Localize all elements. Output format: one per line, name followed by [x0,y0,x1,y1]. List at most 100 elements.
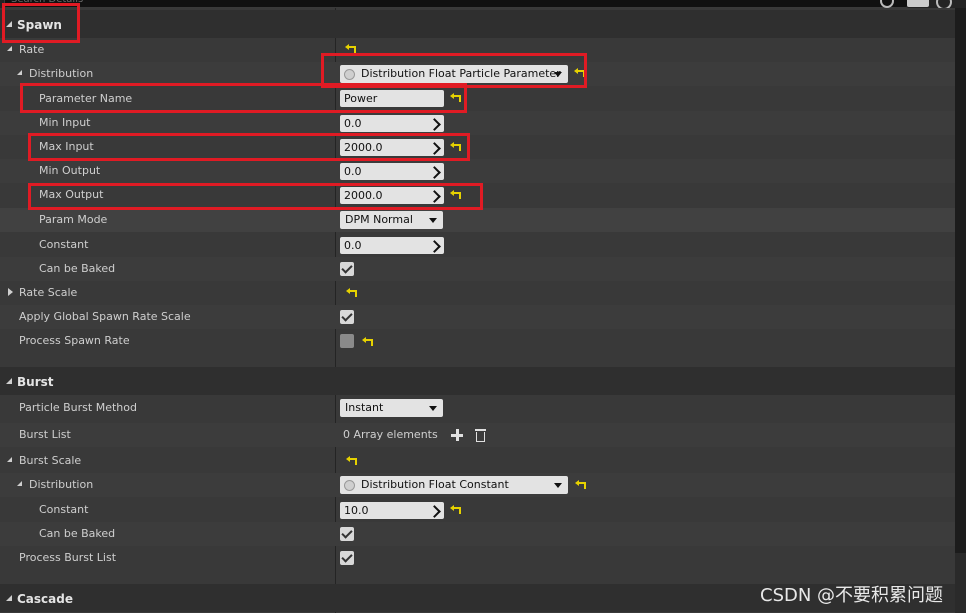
property-label: Max Output [39,188,104,201]
min-output-field[interactable]: 0.0 [340,163,444,180]
reset-to-default-icon[interactable] [450,93,461,102]
expand-arrow-icon[interactable] [7,457,12,462]
section-header-spawn[interactable]: Spawn [0,10,955,38]
field-value: 2000.0 [344,141,383,154]
property-row-burst-scale: Burst Scale [0,449,955,473]
property-row-constant: Constant 0.0 [0,233,955,257]
view-options-button[interactable] [907,0,929,7]
chevron-down-icon [429,406,437,411]
add-element-icon[interactable] [451,429,463,441]
collapse-arrow-icon[interactable] [6,595,12,601]
field-value: 0.0 [344,239,362,252]
distribution-dropdown[interactable]: Distribution Float Particle Parameter [340,65,568,83]
can-be-baked-checkbox[interactable] [340,262,354,276]
chevron-down-icon [429,218,437,223]
section-title-cascade: Cascade [17,592,73,606]
section-header-burst[interactable]: Burst [0,367,955,395]
param-mode-dropdown[interactable]: DPM Normal [340,211,443,229]
max-input-field[interactable]: 2000.0 [340,139,444,156]
reset-to-default-icon[interactable] [346,456,357,465]
collapse-arrow-icon[interactable] [6,378,12,384]
reset-to-default-icon[interactable] [362,337,373,346]
dropdown-value: DPM Normal [345,213,413,226]
property-label: Distribution [29,478,94,491]
collapse-arrow-icon[interactable] [6,21,12,27]
property-label: Constant [39,503,89,516]
property-row-parameter-name: Parameter Name Power [0,87,955,111]
property-label: Rate [19,43,45,56]
apply-global-checkbox[interactable] [340,310,354,324]
resize-handle-icon[interactable] [428,142,441,155]
section-title-spawn: Spawn [17,18,62,32]
field-value: 10.0 [344,504,369,517]
reset-to-default-icon[interactable] [346,288,357,297]
expand-arrow-icon[interactable] [17,481,22,486]
parameter-name-input[interactable]: Power [340,90,444,107]
property-row-particle-burst-method: Particle Burst Method Instant [0,396,955,420]
process-burst-list-checkbox[interactable] [340,551,354,565]
property-row-apply-global: Apply Global Spawn Rate Scale [0,305,955,329]
field-value: 0.0 [344,117,362,130]
property-label: Constant [39,238,89,251]
expand-arrow-icon[interactable] [8,288,13,296]
property-label: Min Input [39,116,91,129]
burst-constant-field[interactable]: 10.0 [340,502,444,519]
property-label: Burst List [19,428,71,441]
watermark: CSDN @不要积累问题 [760,585,944,606]
field-value: 0.0 [344,165,362,178]
property-row-distribution: Distribution Distribution Float Particle… [0,62,955,86]
expand-arrow-icon[interactable] [7,46,12,51]
constant-field[interactable]: 0.0 [340,237,444,254]
property-row-can-be-baked: Can be Baked [0,257,955,281]
details-panel: Spawn Rate Distribution Distribution Flo… [0,8,955,613]
property-label: Param Mode [39,213,108,226]
reset-to-default-icon[interactable] [450,505,461,514]
property-label: Particle Burst Method [19,401,137,414]
resize-handle-icon[interactable] [428,118,441,131]
property-label: Process Burst List [19,551,117,564]
property-label: Burst Scale [19,454,82,467]
dropdown-value: Instant [345,401,384,414]
resize-handle-icon[interactable] [428,190,441,203]
property-label: Rate Scale [19,286,78,299]
max-output-field[interactable]: 2000.0 [340,187,444,204]
reset-to-default-icon[interactable] [575,480,586,489]
process-spawn-rate-checkbox[interactable] [340,334,354,348]
top-bar: Search Details [0,0,966,10]
property-label: Parameter Name [39,92,133,105]
dropdown-value: Distribution Float Particle Parameter [361,67,561,80]
resize-handle-icon[interactable] [428,166,441,179]
property-row-process-burst-list: Process Burst List [0,546,955,570]
reset-to-default-icon[interactable] [450,142,461,151]
property-row-rate-scale: Rate Scale [0,281,955,305]
reset-to-default-icon[interactable] [574,68,585,77]
property-label: Min Output [39,164,101,177]
array-count: 0 Array elements [343,428,438,441]
search-input[interactable]: Search Details [4,0,908,8]
property-label: Process Spawn Rate [19,334,130,347]
property-row-min-output: Min Output 0.0 [0,159,955,183]
expand-arrow-icon[interactable] [17,70,22,75]
burst-distribution-dropdown[interactable]: Distribution Float Constant [340,476,568,494]
resize-handle-icon[interactable] [428,505,441,518]
property-row-max-input: Max Input 2000.0 [0,135,955,159]
property-row-min-input: Min Input 0.0 [0,111,955,135]
min-input-field[interactable]: 0.0 [340,115,444,132]
particle-burst-method-dropdown[interactable]: Instant [340,399,443,417]
property-label: Apply Global Spawn Rate Scale [19,310,191,323]
burst-can-be-baked-checkbox[interactable] [340,527,354,541]
vertical-scrollbar[interactable] [955,8,966,553]
property-row-burst-list: Burst List 0 Array elements [0,423,955,447]
property-row-process-spawn-rate: Process Spawn Rate [0,329,955,353]
dropdown-value: Distribution Float Constant [361,478,509,491]
property-row-max-output: Max Output 2000.0 [0,183,955,207]
property-label: Max Input [39,140,94,153]
chevron-down-icon [554,72,562,77]
chevron-down-icon [554,483,562,488]
reset-to-default-icon[interactable] [450,190,461,199]
resize-handle-icon[interactable] [428,240,441,253]
property-row-burst-can-be-baked: Can be Baked [0,522,955,546]
trash-icon[interactable] [475,429,486,442]
reset-to-default-icon[interactable] [345,44,356,53]
class-icon [344,480,355,491]
